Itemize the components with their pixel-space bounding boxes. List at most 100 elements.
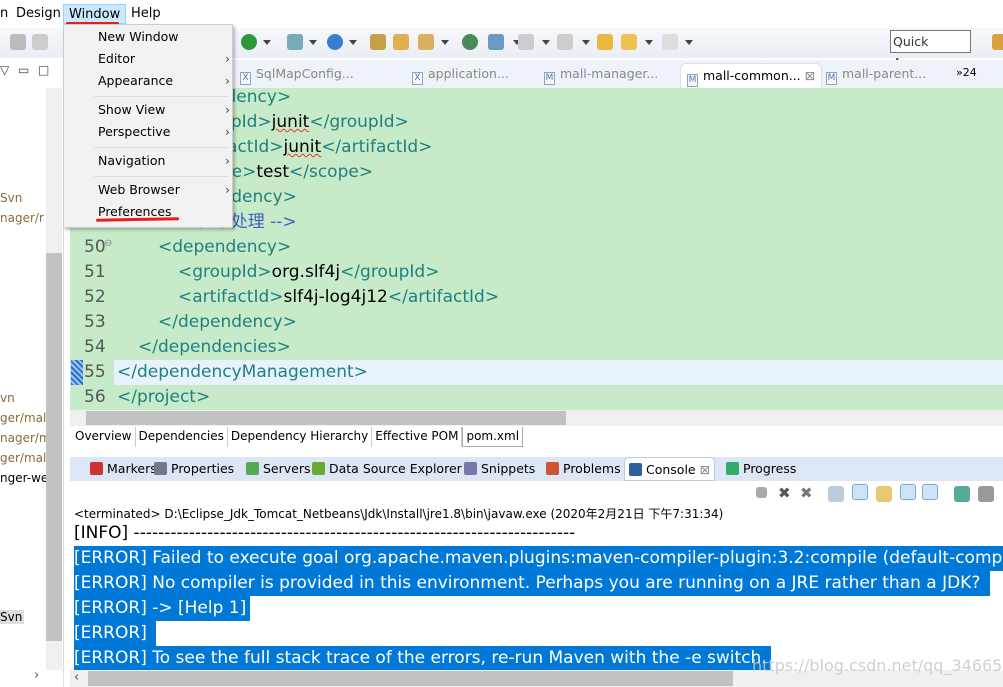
menu-item-label: Appearance xyxy=(98,73,174,88)
view-tab-snippets[interactable]: Snippets xyxy=(464,461,535,476)
menu-design[interactable]: Design xyxy=(11,4,66,24)
view-tab-problems[interactable]: Problems xyxy=(546,461,621,476)
word-wrap-icon[interactable] xyxy=(876,486,892,502)
view-tab-servers[interactable]: Servers xyxy=(246,461,311,476)
view-tab-progress[interactable]: Progress xyxy=(726,461,796,476)
code-line[interactable]: 51 <groupId>org.slf4j</groupId> xyxy=(70,260,1003,285)
editor-tab[interactable]: Mmall-common... ⊠ xyxy=(680,63,823,88)
editor-tab[interactable]: Mmall-parent... xyxy=(826,66,926,85)
pom-tab[interactable]: Effective POM xyxy=(372,427,463,447)
console-scrollbar-thumb[interactable] xyxy=(88,671,733,686)
code-line[interactable]: 50 ⊖ <dependency> xyxy=(70,235,1003,260)
tree-item[interactable]: nager/m xyxy=(0,431,51,445)
new-service-icon[interactable] xyxy=(327,34,343,50)
menu-item-perspective[interactable]: Perspective › xyxy=(98,122,230,142)
view-tab-console[interactable]: Console ⊠ xyxy=(624,457,716,481)
line-number: 55 xyxy=(84,362,106,382)
back-icon[interactable] xyxy=(621,34,637,50)
maximize-icon[interactable]: □ xyxy=(38,63,49,77)
open-console-icon[interactable] xyxy=(978,486,994,502)
xml-value: junit xyxy=(271,112,310,132)
code-line[interactable]: 56 </project> xyxy=(70,385,1003,410)
view-tab-label: Problems xyxy=(563,461,621,476)
code-line[interactable]: 54 </dependencies> xyxy=(70,335,1003,360)
show-on-stderr-icon[interactable] xyxy=(922,484,938,500)
tree-item-selected[interactable]: Svn xyxy=(0,610,25,624)
quick-access-input[interactable]: Quick Access xyxy=(890,30,971,70)
view-tab-properties[interactable]: Properties xyxy=(154,461,234,476)
show-on-stdout-icon[interactable] xyxy=(900,484,916,500)
tree-item[interactable]: nger-wel xyxy=(0,471,52,485)
menu-item-show-view[interactable]: Show View › xyxy=(98,100,230,120)
pom-tab[interactable]: Overview xyxy=(72,427,136,447)
editor-scrollbar-thumb[interactable] xyxy=(86,411,566,425)
editor-tab[interactable]: X SqlMapConfig... xyxy=(240,66,354,85)
view-tab-label: Snippets xyxy=(481,461,536,476)
view-tab-markers[interactable]: Markers xyxy=(90,461,157,476)
code-line[interactable]: 52 <artifactId>slf4j-log4j12</artifactId> xyxy=(70,285,1003,310)
last-edit-icon[interactable] xyxy=(597,34,613,50)
scroll-lock-icon[interactable] xyxy=(852,484,868,500)
progress-icon xyxy=(726,462,739,475)
brush-icon[interactable] xyxy=(418,34,434,50)
scroll-left-icon[interactable]: ‹ xyxy=(74,670,79,685)
perspective-icon[interactable] xyxy=(992,34,1003,50)
clear-console-icon[interactable] xyxy=(828,486,844,502)
data-source-explorer-icon xyxy=(312,462,325,475)
console-line[interactable]: [ERROR] To see the full stack trace of t… xyxy=(74,646,771,671)
console-line[interactable]: [ERROR] No compiler is provided in this … xyxy=(74,571,990,596)
code-line[interactable]: 55 </dependencyManagement> xyxy=(70,360,1003,385)
terminate-icon[interactable] xyxy=(756,487,767,498)
current-line-marker xyxy=(71,360,83,385)
view-tab-data-source-explorer[interactable]: Data Source Explorer xyxy=(312,461,462,476)
remove-launch-icon[interactable]: ✖ xyxy=(778,486,794,502)
menu-item-web-browser[interactable]: Web Browser › xyxy=(98,180,230,200)
minimize-icon[interactable]: ▭ xyxy=(18,63,29,77)
forward-icon[interactable] xyxy=(662,34,678,50)
globe-icon[interactable] xyxy=(462,34,478,50)
maven-file-icon: M xyxy=(544,72,555,85)
menu-help[interactable]: Help xyxy=(126,4,166,24)
search-icon[interactable] xyxy=(488,34,504,50)
close-tab-icon[interactable]: ⊠ xyxy=(696,462,710,477)
close-tab-icon[interactable]: ⊠ xyxy=(801,68,815,83)
menu-item-editor[interactable]: Editor › xyxy=(98,49,230,69)
pom-tab[interactable]: pom.xml xyxy=(462,427,524,447)
editor-tab[interactable]: Xapplication... xyxy=(412,66,509,85)
editor-tab[interactable]: Mmall-manager... xyxy=(544,66,658,85)
tabs-overflow-button[interactable]: »24 xyxy=(956,66,977,79)
console-line[interactable]: [ERROR] Failed to execute goal org.apach… xyxy=(74,546,1003,571)
left-scrollbar-thumb[interactable] xyxy=(46,253,62,641)
pin-console-icon[interactable] xyxy=(954,486,970,502)
run-icon[interactable] xyxy=(241,34,257,50)
tree-item[interactable]: Svn xyxy=(0,191,22,205)
pom-tab[interactable]: Dependencies xyxy=(135,427,228,447)
new-server-icon[interactable] xyxy=(287,34,303,50)
console-line[interactable]: [INFO] ---------------------------------… xyxy=(74,521,579,546)
tree-item[interactable]: nager/r xyxy=(0,211,44,225)
editor-tab-label: mall-parent... xyxy=(842,66,927,81)
fold-icon[interactable]: ⊖ xyxy=(104,231,112,256)
tree-item[interactable]: vn xyxy=(0,391,15,405)
folder-icon[interactable] xyxy=(393,34,409,50)
prev-annotation-icon[interactable] xyxy=(557,34,573,50)
code-line[interactable]: 53 </dependency> xyxy=(70,310,1003,335)
menu-item-new-window[interactable]: New Window xyxy=(98,27,228,47)
view-menu-icon[interactable]: ▽ xyxy=(0,63,9,77)
pom-tab[interactable]: Dependency Hierarchy xyxy=(227,427,373,447)
servers-icon xyxy=(246,462,259,475)
tree-item[interactable]: ger/mall xyxy=(0,411,50,425)
remove-all-icon[interactable]: ✖ xyxy=(800,486,816,502)
toolbar-icon[interactable] xyxy=(32,34,48,50)
menu-item-navigation[interactable]: Navigation › xyxy=(98,151,230,171)
code-text: </project> xyxy=(117,385,210,410)
scroll-right-icon[interactable]: › xyxy=(34,668,39,683)
next-annotation-icon[interactable] xyxy=(518,34,534,50)
xml-tag: </artifactId> xyxy=(387,287,500,307)
menu-window[interactable]: Window xyxy=(63,4,127,24)
toolbar-icon[interactable] xyxy=(10,34,26,50)
console-line[interactable]: [ERROR] xyxy=(74,621,157,646)
menu-item-appearance[interactable]: Appearance › xyxy=(98,71,230,91)
console-line[interactable]: [ERROR] -> [Help 1] xyxy=(74,596,251,621)
open-project-icon[interactable] xyxy=(370,34,386,50)
